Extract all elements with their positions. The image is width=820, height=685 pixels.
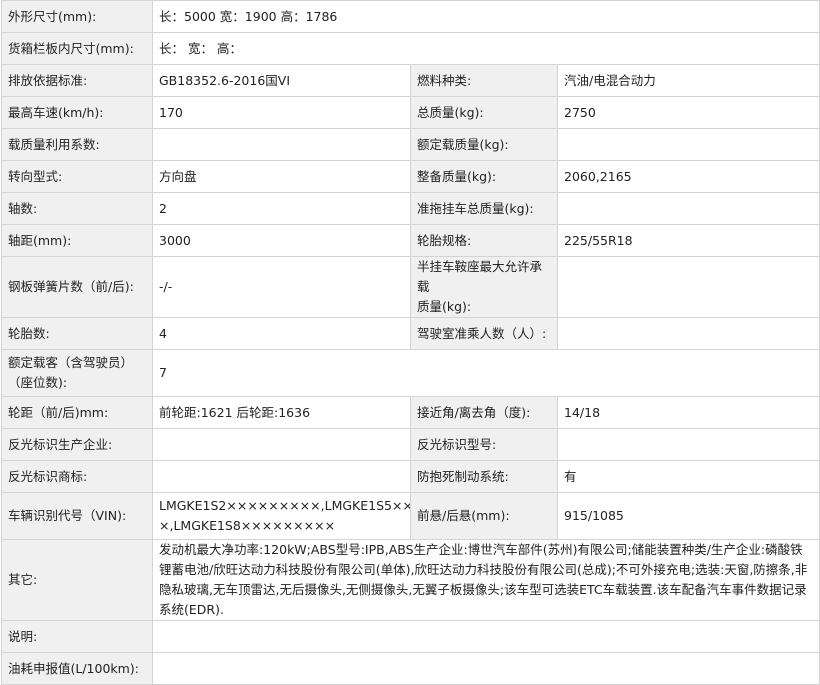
label-fuel-type: 燃料种类: bbox=[410, 64, 558, 97]
value-reflector-maker bbox=[152, 428, 411, 461]
label-total-mass: 总质量(kg): bbox=[410, 96, 558, 129]
label-reflector-brand: 反光标识商标: bbox=[1, 460, 153, 493]
row-dimensions: 外形尺寸(mm): 长：5000 宽：1900 高：1786 bbox=[1, 0, 820, 33]
value-overhang: 915/1085 bbox=[557, 492, 820, 540]
value-fuel-type: 汽油/电混合动力 bbox=[557, 64, 820, 97]
value-notes bbox=[152, 620, 820, 653]
value-emission-standard: GB18352.6-2016国VI bbox=[152, 64, 411, 97]
value-load-utilization bbox=[152, 128, 411, 161]
label-rated-load: 额定载质量(kg): bbox=[410, 128, 558, 161]
label-curb-mass: 整备质量(kg): bbox=[410, 160, 558, 193]
value-approach-departure: 14/18 bbox=[557, 396, 820, 429]
label-max-speed: 最高车速(km/h): bbox=[1, 96, 153, 129]
value-dimensions: 长：5000 宽：1900 高：1786 bbox=[152, 0, 820, 33]
label-saddle-load: 半挂车鞍座最大允许承载 质量(kg): bbox=[410, 256, 558, 318]
row-track-angles: 轮距（前/后)mm: 前轮距:1621 后轮距:1636 接近角/离去角（度):… bbox=[1, 396, 820, 429]
value-curb-mass: 2060,2165 bbox=[557, 160, 820, 193]
value-fuel-consumption bbox=[152, 652, 820, 685]
label-overhang: 前悬/后悬(mm): bbox=[410, 492, 558, 540]
label-trailer-mass: 准拖挂车总质量(kg): bbox=[410, 192, 558, 225]
label-wheelbase: 轴距(mm): bbox=[1, 224, 153, 257]
label-tire-count: 轮胎数: bbox=[1, 317, 153, 350]
value-track-width: 前轮距:1621 后轮距:1636 bbox=[152, 396, 411, 429]
value-seating-capacity: 7 bbox=[152, 349, 820, 397]
label-dimensions: 外形尺寸(mm): bbox=[1, 0, 153, 33]
label-tire-spec: 轮胎规格: bbox=[410, 224, 558, 257]
value-trailer-mass bbox=[557, 192, 820, 225]
label-notes: 说明: bbox=[1, 620, 153, 653]
label-other: 其它: bbox=[1, 539, 153, 621]
row-load-utilization: 载质量利用系数: 额定载质量(kg): bbox=[1, 128, 820, 161]
label-reflector-model: 反光标识型号: bbox=[410, 428, 558, 461]
row-emission-fuel: 排放依据标准: GB18352.6-2016国VI 燃料种类: 汽油/电混合动力 bbox=[1, 64, 820, 97]
value-reflector-brand bbox=[152, 460, 411, 493]
label-abs: 防抱死制动系统: bbox=[410, 460, 558, 493]
row-vin-overhang: 车辆识别代号（VIN): LMGKE1S2×××××××××,LMGKE1S5×… bbox=[1, 492, 820, 540]
value-max-speed: 170 bbox=[152, 96, 411, 129]
row-wheelbase-tire: 轴距(mm): 3000 轮胎规格: 225/55R18 bbox=[1, 224, 820, 257]
value-reflector-model bbox=[557, 428, 820, 461]
value-vin: LMGKE1S2×××××××××,LMGKE1S5×××××××× ×,LMG… bbox=[152, 492, 411, 540]
row-tires-cab: 轮胎数: 4 驾驶室准乘人数（人）: bbox=[1, 317, 820, 350]
row-reflector-brand-abs: 反光标识商标: 防抱死制动系统: 有 bbox=[1, 460, 820, 493]
value-total-mass: 2750 bbox=[557, 96, 820, 129]
row-other: 其它: 发动机最大净功率:120kW;ABS型号:IPB,ABS生产企业:博世汽… bbox=[1, 539, 820, 621]
vehicle-spec-table: 外形尺寸(mm): 长：5000 宽：1900 高：1786 货箱栏板内尺寸(m… bbox=[1, 0, 820, 685]
label-leaf-springs: 钢板弹簧片数（前/后): bbox=[1, 256, 153, 318]
row-leaf-spring-saddle: 钢板弹簧片数（前/后): -/- 半挂车鞍座最大允许承载 质量(kg): bbox=[1, 256, 820, 318]
row-cargo-box-dimensions: 货箱栏板内尺寸(mm): 长： 宽： 高： bbox=[1, 32, 820, 65]
row-steering-curb: 转向型式: 方向盘 整备质量(kg): 2060,2165 bbox=[1, 160, 820, 193]
row-seating: 额定载客（含驾驶员） （座位数): 7 bbox=[1, 349, 820, 397]
value-axle-count: 2 bbox=[152, 192, 411, 225]
value-leaf-springs: -/- bbox=[152, 256, 411, 318]
label-approach-departure: 接近角/离去角（度): bbox=[410, 396, 558, 429]
row-fuel-consumption: 油耗申报值(L/100km): bbox=[1, 652, 820, 685]
value-tire-count: 4 bbox=[152, 317, 411, 350]
label-cargo-box-dimensions: 货箱栏板内尺寸(mm): bbox=[1, 32, 153, 65]
value-saddle-load bbox=[557, 256, 820, 318]
label-emission-standard: 排放依据标准: bbox=[1, 64, 153, 97]
value-cargo-box-dimensions: 长： 宽： 高： bbox=[152, 32, 820, 65]
label-axle-count: 轴数: bbox=[1, 192, 153, 225]
value-rated-load bbox=[557, 128, 820, 161]
value-tire-spec: 225/55R18 bbox=[557, 224, 820, 257]
value-other: 发动机最大净功率:120kW;ABS型号:IPB,ABS生产企业:博世汽车部件(… bbox=[152, 539, 820, 621]
label-steering-type: 转向型式: bbox=[1, 160, 153, 193]
label-fuel-consumption: 油耗申报值(L/100km): bbox=[1, 652, 153, 685]
label-load-utilization: 载质量利用系数: bbox=[1, 128, 153, 161]
label-seating-capacity: 额定载客（含驾驶员） （座位数): bbox=[1, 349, 153, 397]
row-notes: 说明: bbox=[1, 620, 820, 653]
label-reflector-maker: 反光标识生产企业: bbox=[1, 428, 153, 461]
label-vin: 车辆识别代号（VIN): bbox=[1, 492, 153, 540]
label-cab-capacity: 驾驶室准乘人数（人）: bbox=[410, 317, 558, 350]
row-speed-mass: 最高车速(km/h): 170 总质量(kg): 2750 bbox=[1, 96, 820, 129]
value-steering-type: 方向盘 bbox=[152, 160, 411, 193]
value-cab-capacity bbox=[557, 317, 820, 350]
row-reflector-maker: 反光标识生产企业: 反光标识型号: bbox=[1, 428, 820, 461]
row-axles-trailer: 轴数: 2 准拖挂车总质量(kg): bbox=[1, 192, 820, 225]
value-abs: 有 bbox=[557, 460, 820, 493]
value-wheelbase: 3000 bbox=[152, 224, 411, 257]
label-track-width: 轮距（前/后)mm: bbox=[1, 396, 153, 429]
